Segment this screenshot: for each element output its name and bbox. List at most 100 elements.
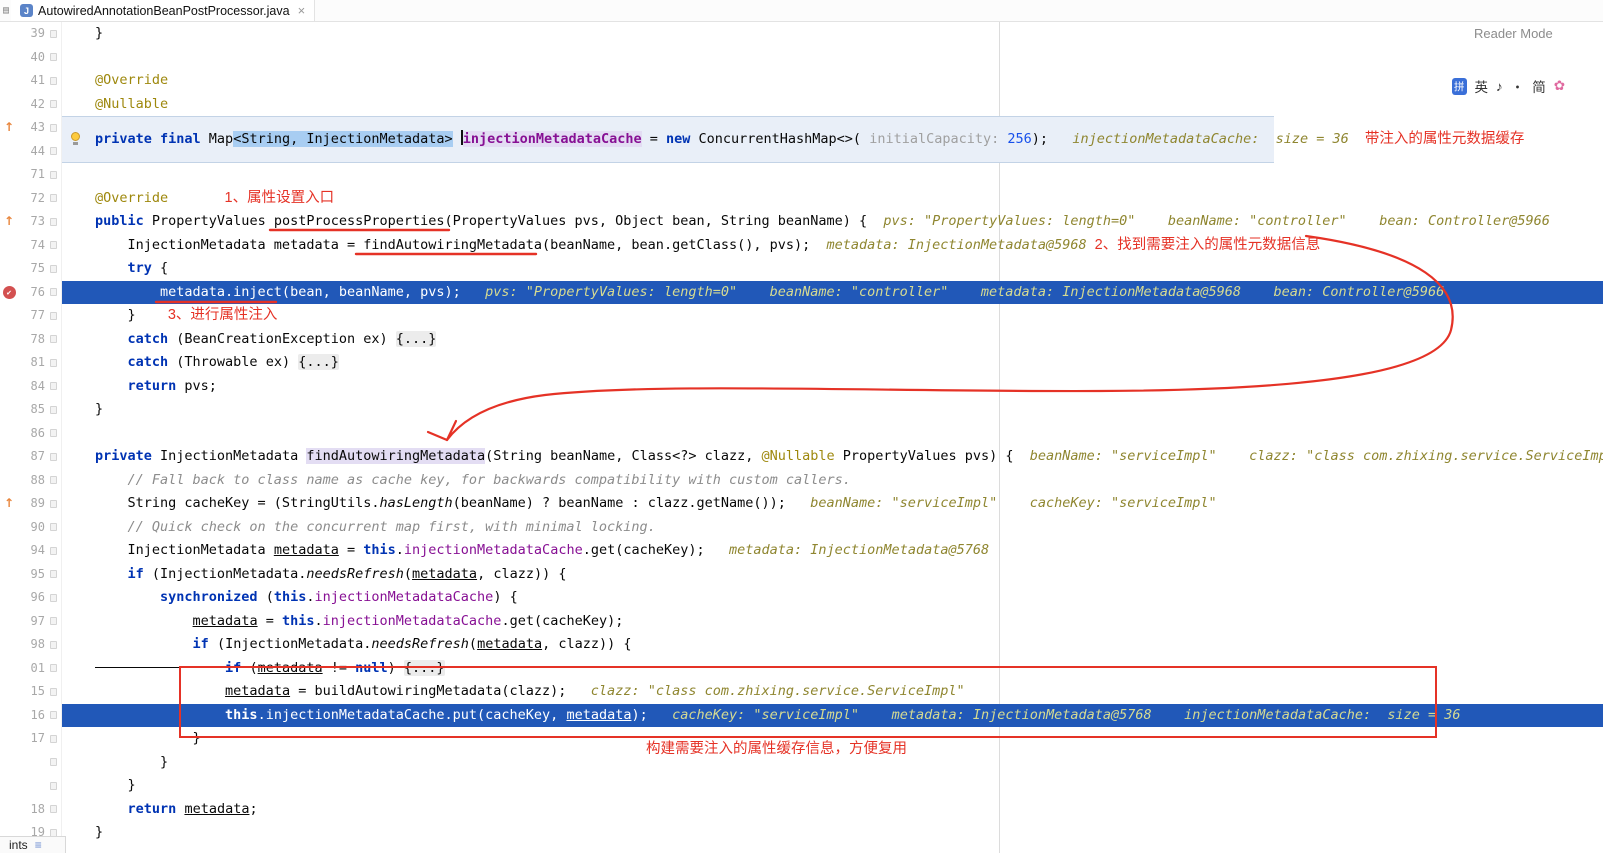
gutter[interactable]: 16: [0, 703, 62, 727]
ime-icon[interactable]: ・: [1511, 76, 1525, 96]
line-number: 74: [30, 237, 45, 252]
code-line[interactable]: 74 InjectionMetadata metadata = findAuto…: [0, 233, 1603, 257]
code-token: hasLength: [379, 495, 453, 511]
override-gutter-icon[interactable]: ↑: [0, 210, 18, 234]
code-line[interactable]: 75 try {: [0, 257, 1603, 281]
code-line[interactable]: 19}: [0, 821, 1603, 845]
ime-icon[interactable]: 英: [1475, 76, 1489, 96]
gutter-marker-icon: [50, 382, 57, 391]
code-text: @Nullable: [62, 93, 1603, 117]
code-line[interactable]: 87 private InjectionMetadata findAutowiri…: [0, 445, 1603, 469]
code-token: ) {: [493, 589, 518, 605]
ime-icon[interactable]: 拼: [1452, 77, 1467, 95]
close-tab-icon[interactable]: ×: [298, 3, 306, 18]
field-declaration-line[interactable]: ↑ 43 44 private final Map<String, Injection…: [0, 116, 1603, 163]
gutter[interactable]: ✔ 76: [0, 280, 62, 305]
code-line[interactable]: 42 @Nullable: [0, 92, 1603, 117]
code-line[interactable]: 39}: [0, 22, 1603, 46]
gutter[interactable]: [0, 774, 62, 798]
code-line[interactable]: }: [0, 774, 1603, 798]
gutter[interactable]: [0, 750, 62, 774]
reader-mode-indicator[interactable]: Reader Mode: [1474, 26, 1553, 41]
gutter[interactable]: 97: [0, 609, 62, 634]
gutter[interactable]: 84: [0, 374, 62, 398]
override-gutter-icon[interactable]: ↑: [0, 492, 18, 516]
gutter[interactable]: 01: [0, 656, 62, 680]
gutter[interactable]: 42: [0, 92, 62, 116]
gutter[interactable]: 77: [0, 304, 62, 328]
intention-bulb-icon[interactable]: [71, 132, 80, 145]
gutter-space: [0, 610, 18, 634]
code-line[interactable]: 18 return metadata;: [0, 797, 1603, 821]
gutter[interactable]: 17: [0, 727, 62, 751]
tab-list-icon[interactable]: ▤: [3, 5, 9, 16]
gutter[interactable]: 95: [0, 562, 62, 586]
gutter[interactable]: 40: [0, 45, 62, 69]
breakpoint-verified-icon[interactable]: ✔: [0, 281, 18, 305]
bottom-left-toolwindow[interactable]: ints ≡: [0, 836, 66, 853]
code-line[interactable]: 15 metadata = buildAutowiringMetadata(cl…: [0, 680, 1603, 704]
editor-tab[interactable]: J AutowiredAnnotationBeanPostProcessor.j…: [11, 0, 316, 21]
gutter[interactable]: 90: [0, 515, 62, 539]
gutter[interactable]: 81: [0, 351, 62, 375]
code-token: if: [127, 565, 144, 582]
code-line[interactable]: 41 @Override: [0, 69, 1603, 93]
ime-icon[interactable]: ✿: [1554, 78, 1565, 94]
code-line[interactable]: 77 } 3、进行属性注入: [0, 304, 1603, 328]
gutter[interactable]: 87: [0, 445, 62, 469]
gutter[interactable]: 85: [0, 398, 62, 422]
code-line[interactable]: 01 if (metadata != null) {...}: [0, 656, 1603, 680]
annotation-note: 2、找到需要注入的属性元数据信息: [1086, 236, 1321, 253]
code-token: injectionMetadataCache: [322, 612, 502, 629]
line-number: 97: [30, 613, 45, 628]
code-line[interactable]: 78 catch (BeanCreationException ex) {...…: [0, 327, 1603, 351]
ime-icon[interactable]: ♪: [1496, 79, 1503, 94]
gutter[interactable]: 15: [0, 680, 62, 704]
gutter[interactable]: 41: [0, 69, 62, 93]
code-line[interactable]: ↑ 73 public PropertyValues postProcessProp…: [0, 210, 1603, 234]
code-line[interactable]: 84 return pvs;: [0, 374, 1603, 398]
gutter[interactable]: 78: [0, 327, 62, 351]
gutter[interactable]: 96: [0, 586, 62, 610]
code-line[interactable]: 86: [0, 421, 1603, 445]
gutter[interactable]: ↑ 43 44: [0, 116, 62, 163]
gutter[interactable]: 94: [0, 539, 62, 563]
code-line[interactable]: 85}: [0, 398, 1603, 422]
line-number: 98: [30, 637, 45, 651]
execution-line[interactable]: 16 this.injectionMetadataCache.put(cache…: [0, 703, 1603, 727]
code-line[interactable]: 88 // Fall back to class name as cache k…: [0, 468, 1603, 492]
code-text: String cacheKey = (StringUtils.hasLength…: [62, 492, 1603, 516]
code-editor[interactable]: 39} 40 41 @Override 42 @Nullable ↑ 43 44 private …: [0, 22, 1603, 845]
gutter-marker-icon: [50, 640, 57, 649]
gutter[interactable]: 98: [0, 633, 62, 657]
gutter[interactable]: 72: [0, 186, 62, 210]
code-line[interactable]: 81 catch (Throwable ex) {...}: [0, 351, 1603, 375]
code-line[interactable]: 98 if (InjectionMetadata.needsRefresh(me…: [0, 633, 1603, 657]
code-line[interactable]: 97 metadata = this.injectionMetadataCach…: [0, 609, 1603, 634]
gutter[interactable]: 88: [0, 468, 62, 492]
gutter[interactable]: ↑ 89: [0, 492, 62, 516]
gutter[interactable]: 39: [0, 22, 62, 46]
code-line[interactable]: ↑ 89 String cacheKey = (StringUtils.hasLe…: [0, 492, 1603, 516]
code-line[interactable]: 72 @Override 1、属性设置入口: [0, 186, 1603, 210]
code-line[interactable]: 94 InjectionMetadata metadata = this.inj…: [0, 539, 1603, 563]
gutter[interactable]: 74: [0, 233, 62, 257]
gutter[interactable]: 86: [0, 421, 62, 445]
code-text: }: [62, 398, 1603, 422]
gutter[interactable]: 18: [0, 797, 62, 821]
override-gutter-icon[interactable]: ↑: [0, 116, 18, 140]
gutter[interactable]: 75: [0, 257, 62, 281]
gutter-space: [0, 398, 18, 422]
code-token: , clazz)) {: [542, 636, 632, 652]
code-line[interactable]: 96 synchronized (this.injectionMetadataC…: [0, 586, 1603, 610]
gutter[interactable]: 71: [0, 163, 62, 187]
code-line[interactable]: 90 // Quick check on the concurrent map …: [0, 515, 1603, 539]
code-line[interactable]: 95 if (InjectionMetadata.needsRefresh(me…: [0, 562, 1603, 586]
code-line[interactable]: 71: [0, 163, 1603, 187]
code-token: , clazz)) {: [477, 565, 567, 582]
execution-line[interactable]: ✔ 76 metadata.inject(bean, beanName, pvs)…: [0, 280, 1603, 305]
gutter[interactable]: ↑ 73: [0, 210, 62, 234]
ime-icon[interactable]: 简: [1532, 76, 1546, 96]
code-line[interactable]: 40: [0, 45, 1603, 69]
